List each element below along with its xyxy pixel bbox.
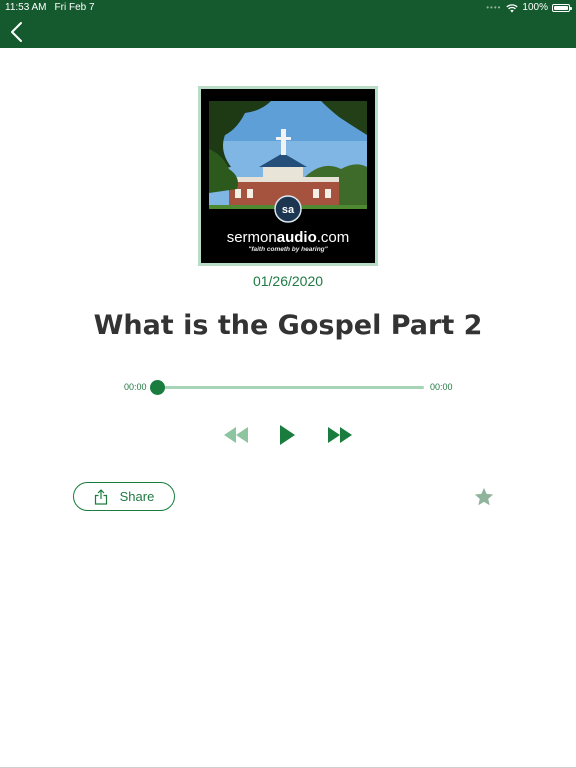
- play-icon[interactable]: [277, 424, 297, 446]
- chevron-left-icon[interactable]: [6, 20, 30, 44]
- progress-slider-thumb[interactable]: [150, 380, 165, 395]
- progress-slider-track[interactable]: [158, 386, 424, 389]
- rewind-icon[interactable]: [222, 425, 250, 445]
- status-bar-left: 11:53 AM Fri Feb 7: [5, 2, 103, 14]
- artwork-tagline: "faith cometh by hearing": [248, 246, 328, 253]
- sa-badge-logo: sa: [282, 204, 295, 216]
- signal-icon: ••••: [486, 3, 502, 12]
- share-label: Share: [119, 488, 155, 504]
- sermonaudio-logo: sermonaudio.com: [226, 229, 350, 246]
- current-time: 00:00: [124, 382, 147, 392]
- sermon-artwork: sa sermonaudio.com "faith cometh by hear…: [198, 86, 378, 266]
- duration-time: 00:00: [430, 382, 453, 392]
- battery-icon: [552, 4, 572, 12]
- sermon-title: What is the Gospel Part 2: [93, 310, 483, 341]
- wifi-icon: [506, 3, 519, 12]
- sermon-player-screen: 11:53 AM Fri Feb 7 •••• 100% sa sermonau…: [0, 0, 576, 768]
- star-icon[interactable]: [473, 486, 495, 508]
- status-date: Fri Feb 7: [54, 2, 95, 13]
- share-button[interactable]: Share: [73, 482, 175, 511]
- sermon-date: 01/26/2020: [252, 273, 324, 289]
- battery-percent: 100%: [522, 2, 548, 13]
- navigation-bar: 11:53 AM Fri Feb 7 •••• 100%: [0, 0, 576, 48]
- status-bar-right: •••• 100%: [486, 2, 572, 14]
- fast-forward-icon[interactable]: [326, 425, 354, 445]
- share-icon: [94, 488, 107, 505]
- status-time: 11:53 AM: [5, 2, 47, 13]
